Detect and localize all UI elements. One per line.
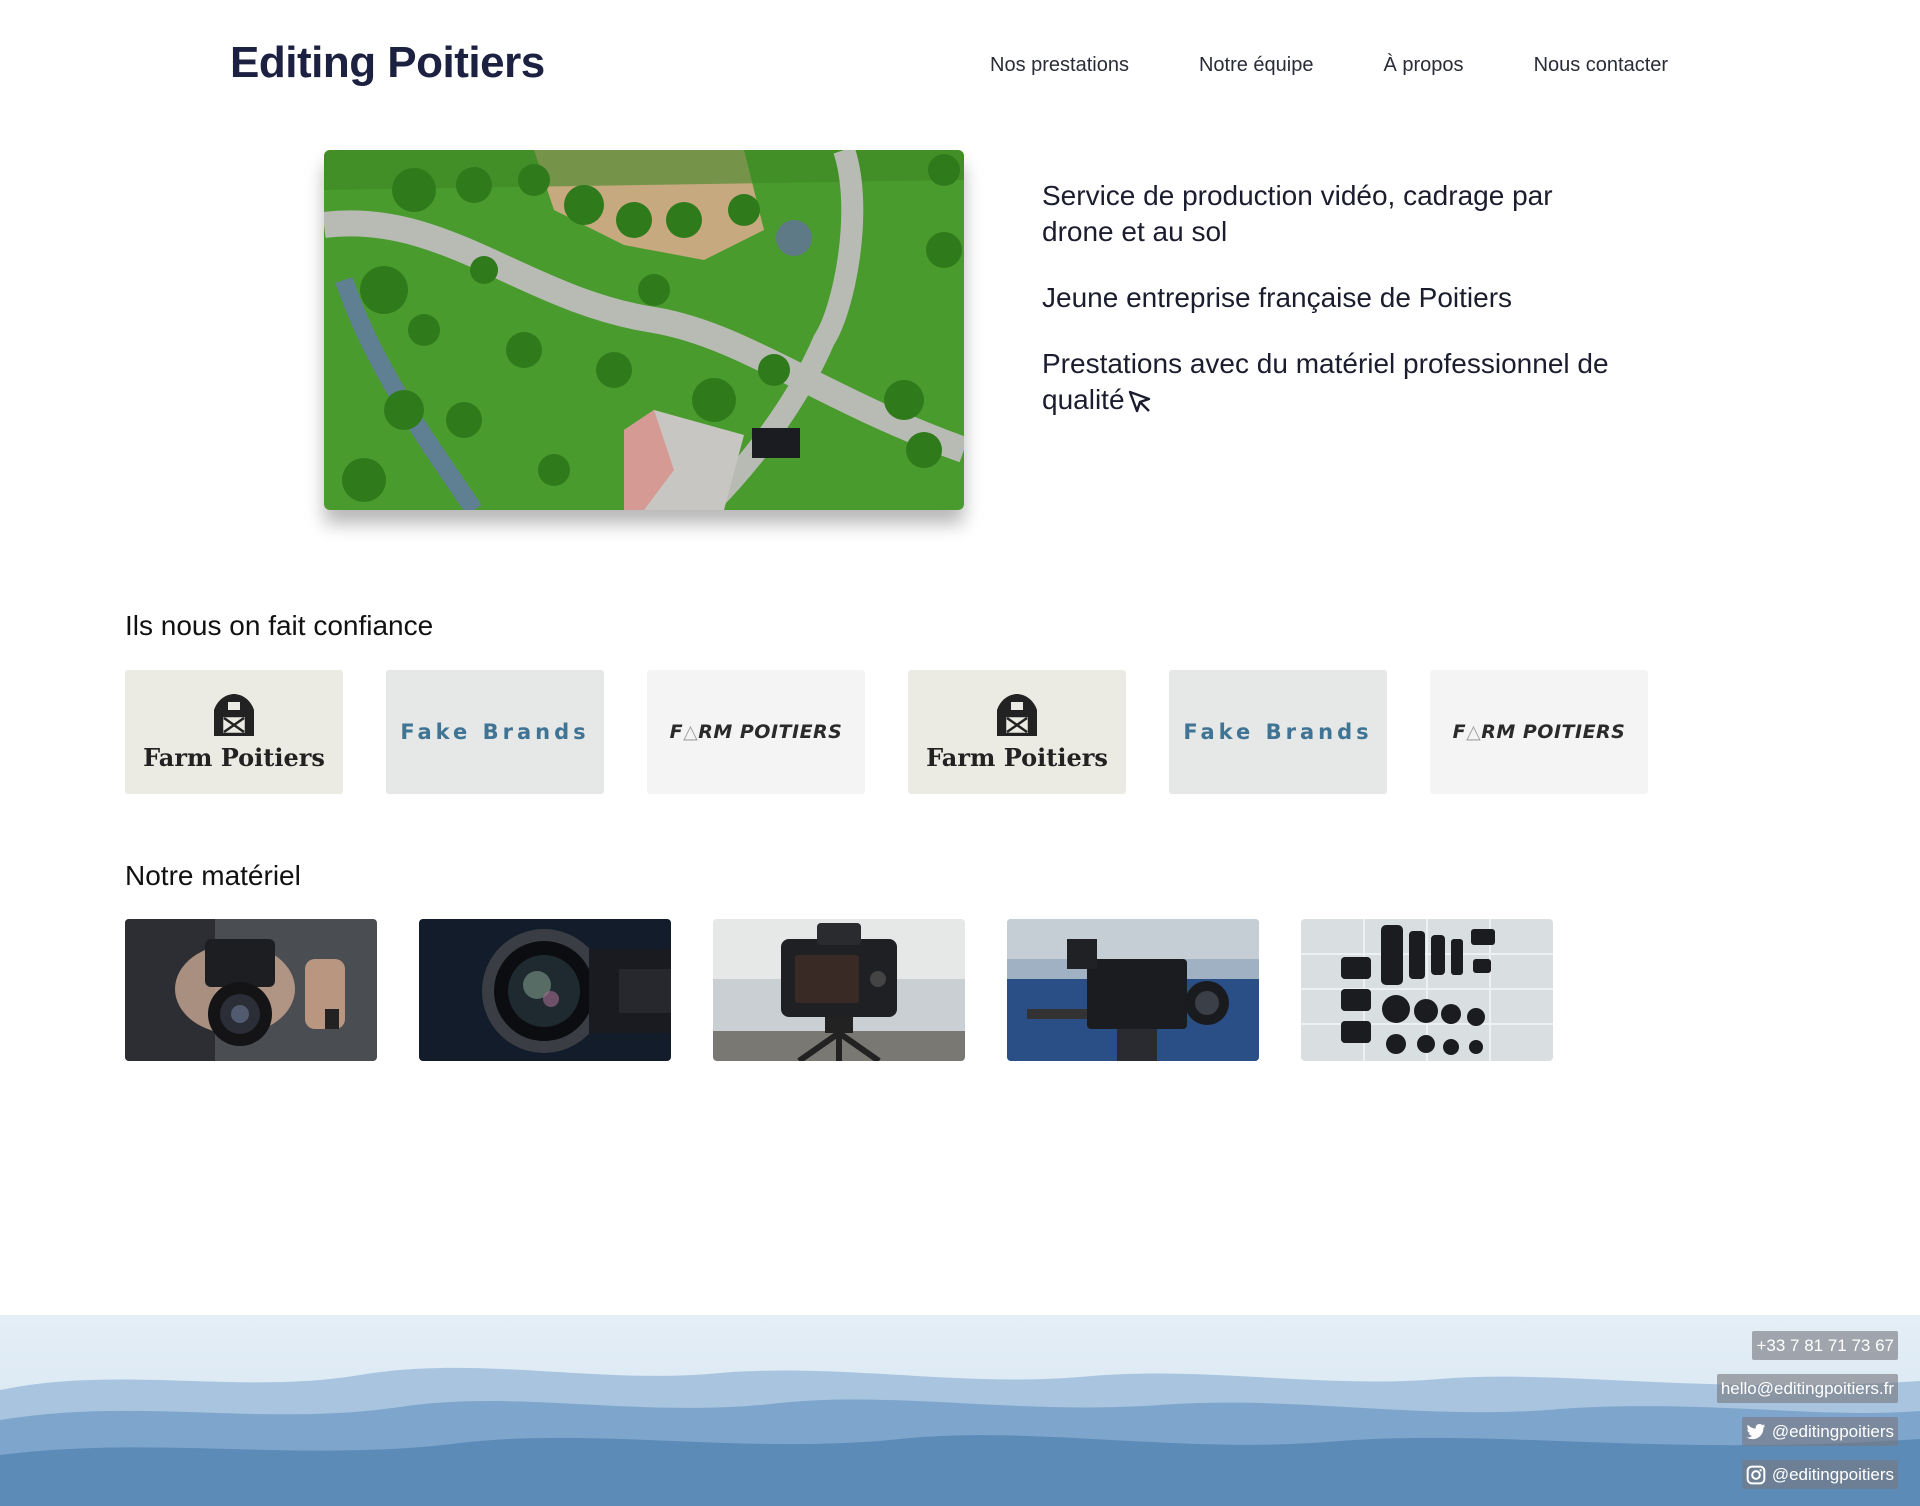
client-logo-text: Fake Brands	[400, 720, 590, 744]
equipment-gallery	[125, 919, 1595, 1061]
photo-lens-closeup	[419, 919, 671, 1061]
twitter-icon	[1746, 1423, 1766, 1439]
contact-instagram[interactable]: @editingpoitiers	[1741, 1460, 1898, 1489]
client-logo-fake-brands: Fake Brands	[386, 670, 604, 794]
client-logo-farm-poitiers: Farm Poitiers	[125, 670, 343, 794]
photo-lens-collection	[1301, 919, 1553, 1061]
nav-link-prestations[interactable]: Nos prestations	[990, 52, 1129, 78]
nav-link-equipe[interactable]: Notre équipe	[1199, 52, 1314, 78]
hero-aerial-image	[324, 150, 964, 510]
site-logo-title[interactable]: Editing Poitiers	[230, 38, 545, 88]
barn-icon	[993, 692, 1041, 741]
client-logo-text: F△RM POITIERS	[1452, 721, 1626, 743]
client-logo-farm-poitiers: Farm Poitiers	[908, 670, 1126, 794]
instagram-icon	[1746, 1465, 1766, 1484]
client-logo-farm-poitiers-wordmark: F△RM POITIERS	[647, 670, 865, 794]
client-logo-text: Farm Poitiers	[143, 743, 325, 772]
photo-cinema-camera-rig	[1007, 919, 1259, 1061]
photo-camera-in-hands	[125, 919, 377, 1061]
client-logo-text: Fake Brands	[1183, 720, 1373, 744]
footer-contacts: +33 7 81 71 73 67 hello@editingpoitiers.…	[1716, 1331, 1898, 1503]
contact-twitter[interactable]: @editingpoitiers	[1741, 1417, 1898, 1446]
contact-phone[interactable]: +33 7 81 71 73 67	[1752, 1331, 1898, 1360]
photo-camera-on-tripod	[713, 919, 965, 1061]
barn-icon	[210, 692, 258, 741]
hero-text-block: Service de production vidéo, cadrage par…	[1042, 178, 1622, 454]
nav-link-contact[interactable]: Nous contacter	[1534, 52, 1669, 78]
equipment-section-title: Notre matériel	[125, 860, 301, 891]
hero-line-company: Jeune entreprise française de Poitiers	[1042, 282, 1513, 313]
client-logo-farm-poitiers-wordmark: F△RM POITIERS	[1430, 670, 1648, 794]
client-logos: Farm Poitiers Fake Brands F△RM POITIERS …	[125, 670, 1691, 794]
hero-line-quality: Prestations avec du matériel professionn…	[1042, 346, 1622, 424]
main-nav: Nos prestations Notre équipe À propos No…	[990, 52, 1668, 78]
hero-line-service: Service de production vidéo, cadrage par…	[1042, 180, 1553, 247]
clients-section-title: Ils nous on fait confiance	[125, 610, 434, 641]
cursor-arrow-icon	[1127, 388, 1153, 424]
client-logo-fake-brands: Fake Brands	[1169, 670, 1387, 794]
contact-email[interactable]: hello@editingpoitiers.fr	[1716, 1374, 1898, 1403]
client-logo-text: Farm Poitiers	[926, 743, 1108, 772]
client-logo-text: F△RM POITIERS	[669, 721, 843, 743]
footer-mountain-banner	[0, 1315, 1920, 1506]
nav-link-a-propos[interactable]: À propos	[1384, 52, 1464, 78]
